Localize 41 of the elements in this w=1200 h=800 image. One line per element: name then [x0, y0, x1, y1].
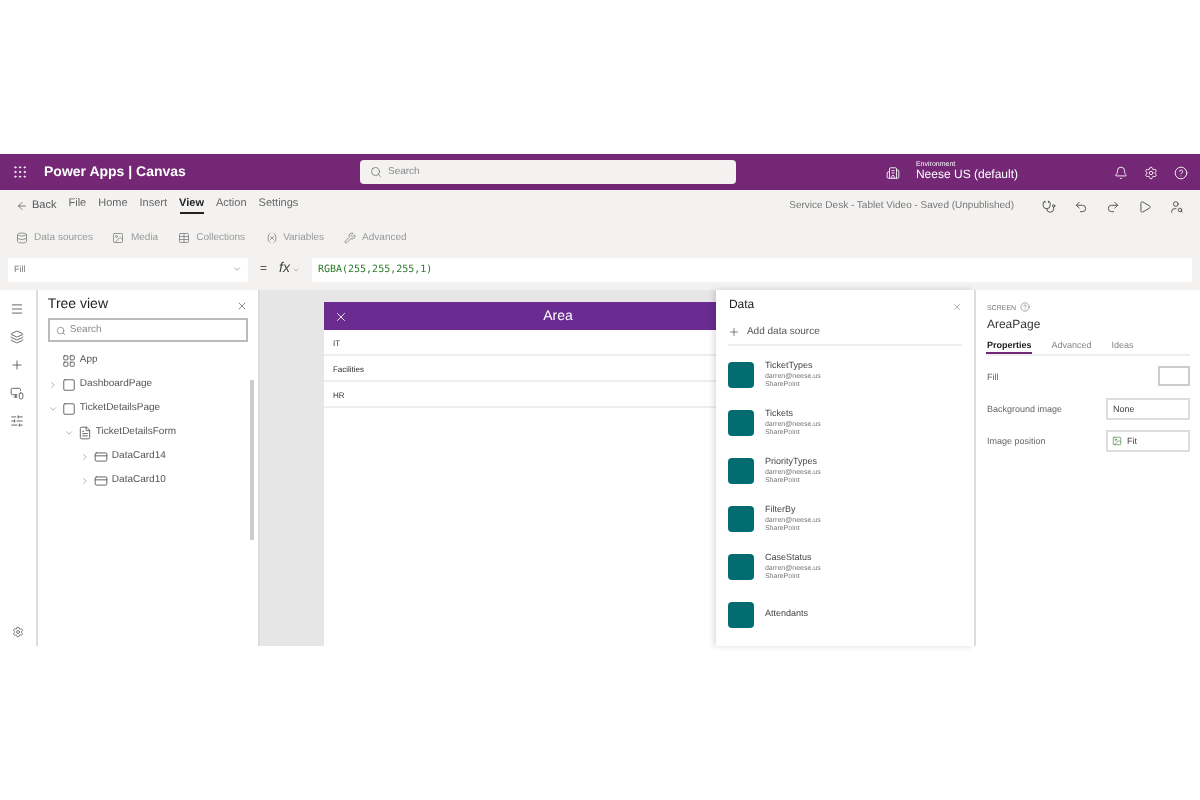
- help-icon: [1174, 165, 1188, 179]
- chevron-right-icon: [79, 475, 90, 485]
- menu-icon: [10, 302, 25, 316]
- chevron-right-icon: [79, 451, 90, 461]
- scrollbar[interactable]: [250, 380, 255, 540]
- chevron-right-icon: [47, 379, 58, 389]
- settings-icon: [1144, 165, 1158, 179]
- color-swatch[interactable]: [1158, 366, 1190, 386]
- notification-icon: [1114, 165, 1128, 179]
- sliders-icon: [10, 414, 25, 428]
- building-icon: [885, 165, 900, 179]
- card-icon: [93, 473, 108, 487]
- card-icon: [93, 449, 108, 463]
- table-icon: [178, 231, 191, 243]
- chevron-down-icon: [232, 264, 242, 274]
- undo-icon: [1074, 199, 1088, 213]
- search-icon: [370, 166, 382, 178]
- wrench-icon: [344, 231, 357, 243]
- image-icon: [1112, 435, 1123, 445]
- search-icon: [55, 325, 66, 335]
- plus-icon: [728, 326, 741, 338]
- layers-icon: [10, 330, 25, 344]
- play-icon: [1138, 199, 1152, 213]
- close-icon: [236, 299, 249, 311]
- help-icon: [1020, 302, 1031, 312]
- close-icon: [334, 309, 349, 323]
- database-icon: [16, 231, 28, 243]
- app-launcher-icon: [12, 164, 28, 180]
- variable-icon: [265, 231, 278, 243]
- plus-icon: [10, 358, 25, 372]
- stethoscope-icon: [1042, 199, 1056, 213]
- person-icon: [1170, 199, 1184, 213]
- chevron-down-icon: [47, 403, 58, 413]
- app-icon: [61, 353, 76, 367]
- chevron-down-icon: [63, 427, 74, 437]
- redo-icon: [1106, 199, 1120, 213]
- form-icon: [77, 425, 92, 439]
- back-arrow-icon: [16, 200, 28, 212]
- devices-icon: [10, 386, 25, 400]
- settings-icon: [11, 626, 24, 638]
- image-icon: [112, 231, 125, 243]
